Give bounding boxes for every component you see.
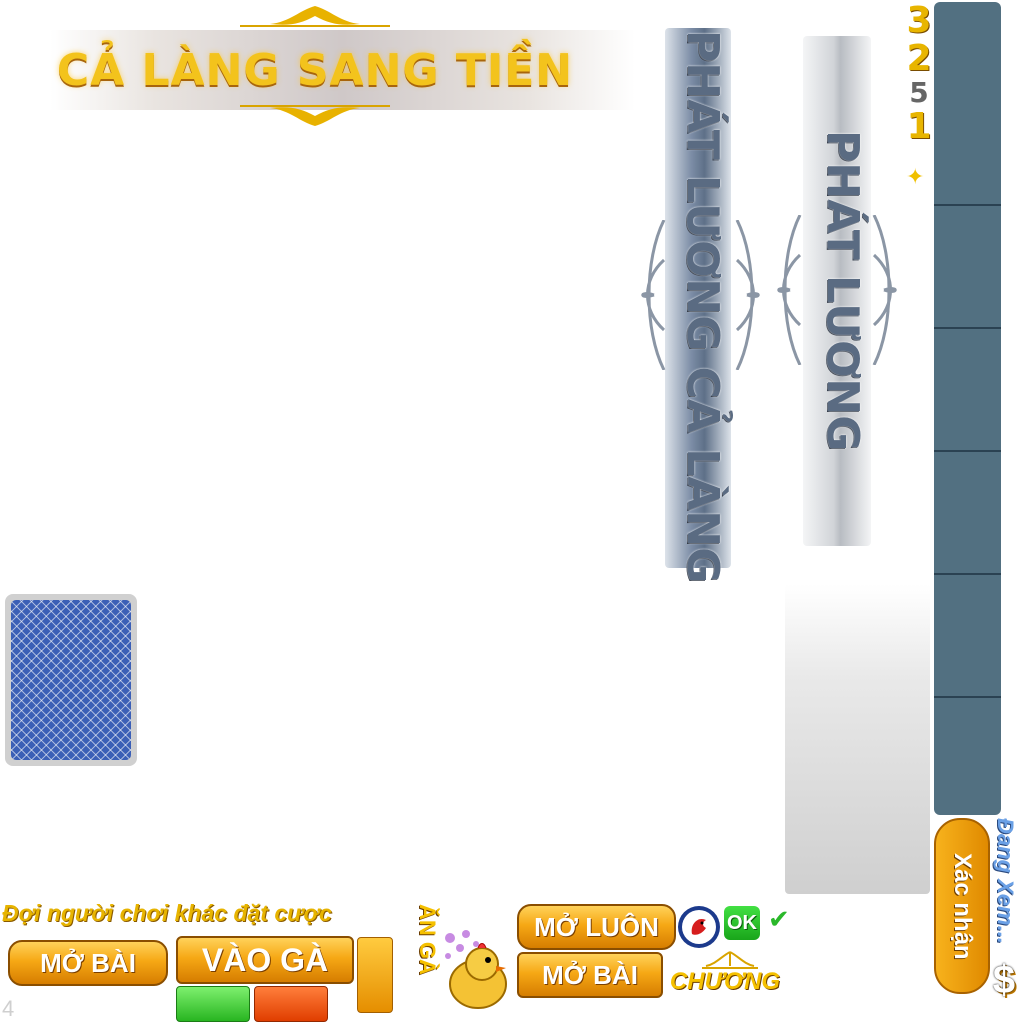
star-icon: ✦: [906, 164, 925, 189]
card-pattern: [11, 600, 131, 760]
countdown: 3 2 5 1: [904, 2, 934, 146]
ok-button[interactable]: OK: [724, 906, 760, 940]
rooster-glyph-icon: [682, 910, 716, 944]
page-title: CẢ LÀNG SANG TIỀN: [56, 45, 574, 96]
flourish-right-1-icon: [735, 220, 760, 370]
dealer-crown-icon: [702, 951, 758, 969]
flourish-right-2-icon: [872, 215, 897, 365]
player-slot[interactable]: [934, 206, 1001, 329]
title-ornament-top-icon: [240, 6, 390, 27]
salary-banner-text: PHÁT LƯƠNG: [817, 130, 868, 452]
dealer-label: CHƯƠNG: [669, 968, 781, 995]
flourish-left-1-icon: [641, 220, 666, 370]
money-icon[interactable]: $: [986, 958, 1022, 1002]
watching-status: Đang Xem...: [993, 818, 1018, 944]
player-slot[interactable]: [934, 698, 1001, 815]
flourish-left-2-icon: [777, 215, 802, 365]
waiting-status: Đợi người chơi khác đặt cược: [2, 900, 332, 926]
card-back[interactable]: [5, 594, 137, 766]
confirm-button[interactable]: Xác nhận: [934, 818, 990, 994]
title-ornament-bottom-icon: [240, 105, 390, 126]
salary-all-banner-text: PHÁT LƯƠNG CẢ LÀNG: [677, 30, 728, 584]
player-slot[interactable]: [934, 452, 1001, 575]
countdown-digit: 1: [906, 106, 932, 147]
player-sidebar[interactable]: [934, 2, 1001, 815]
info-panel: [785, 584, 930, 894]
check-icon: ✔: [768, 904, 790, 934]
player-slot[interactable]: [934, 329, 1001, 452]
open-now-button[interactable]: MỞ LUÔN: [517, 904, 676, 950]
bet-bar[interactable]: [357, 937, 393, 1013]
open-cards-button[interactable]: MỞ BÀI: [8, 940, 168, 986]
green-button[interactable]: [176, 986, 250, 1022]
corner-mark: 4: [2, 996, 15, 1021]
confirm-button-label: Xác nhận: [949, 852, 976, 960]
player-slot[interactable]: [934, 575, 1001, 698]
countdown-digit: 5: [909, 76, 929, 109]
player-slot[interactable]: [934, 2, 1001, 206]
enter-chicken-button[interactable]: VÀO GÀ: [176, 936, 354, 984]
countdown-digit: 3: [906, 0, 932, 41]
countdown-digit: 2: [906, 38, 932, 79]
chicken-icon[interactable]: [436, 926, 516, 1016]
rooster-icon[interactable]: [678, 906, 720, 948]
open-cards-button-2[interactable]: MỞ BÀI: [517, 952, 663, 998]
red-button[interactable]: [254, 986, 328, 1022]
